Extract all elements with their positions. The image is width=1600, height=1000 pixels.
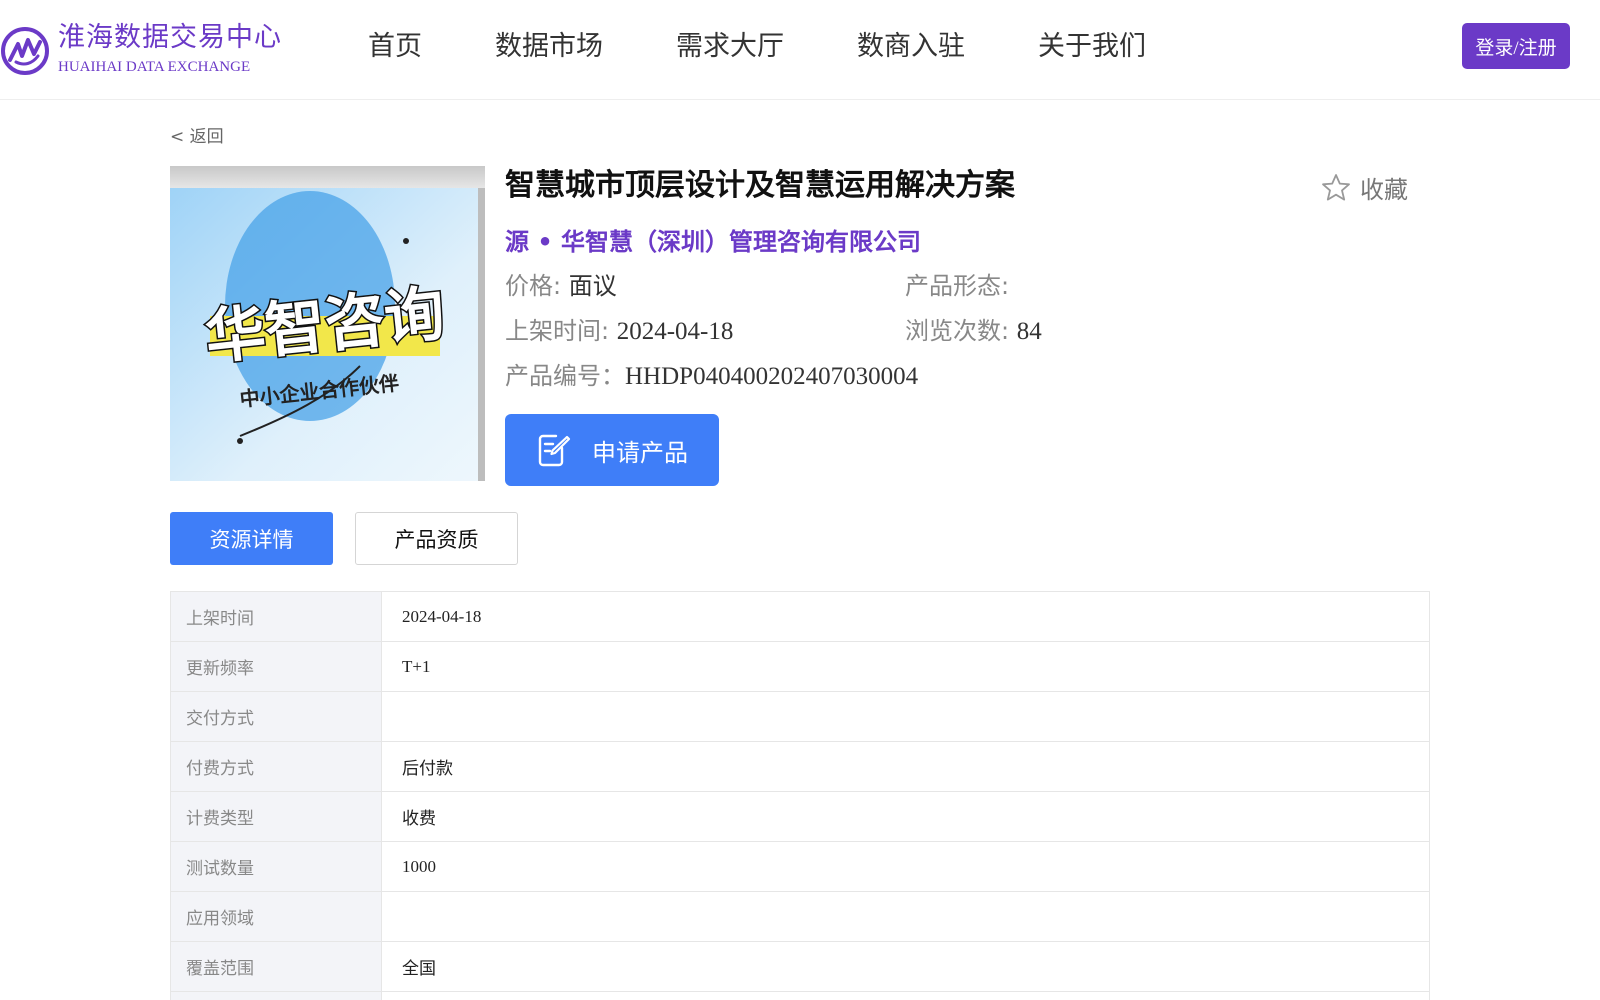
login-register-button[interactable]: 登录/注册 bbox=[1462, 23, 1570, 69]
price-field: 价格: 面议 bbox=[505, 266, 617, 301]
views-label: 浏览次数: bbox=[905, 317, 1010, 345]
product-code-label: 产品编号： bbox=[505, 362, 625, 390]
table-row: 交付方式 bbox=[170, 691, 1430, 742]
nav-item-home[interactable]: 首页 bbox=[368, 28, 422, 66]
row-key: 交付方式 bbox=[170, 691, 382, 742]
views-value: 84 bbox=[1016, 318, 1042, 345]
favorite-button[interactable]: 收藏 bbox=[1320, 170, 1408, 205]
table-row: 付费方式 后付款 bbox=[170, 741, 1430, 792]
views-field: 浏览次数: 84 bbox=[905, 311, 1042, 346]
logo-icon bbox=[1, 27, 49, 75]
site-header: 淮海数据交易中心 HUAIHAI DATA EXCHANGE 首页 数据市场 需… bbox=[0, 0, 1600, 100]
price-value: 面议 bbox=[568, 272, 617, 300]
price-label: 价格: bbox=[505, 272, 562, 300]
row-key: 应用领域 bbox=[170, 891, 382, 942]
row-key bbox=[170, 991, 382, 1000]
product-cover-image: 华智咨询 中小企业合作伙伴 bbox=[170, 166, 485, 481]
product-code-field: 产品编号：HHDP040400202407030004 bbox=[505, 356, 918, 391]
listed-time-value: 2024-04-18 bbox=[616, 318, 734, 345]
table-row: 计费类型 收费 bbox=[170, 791, 1430, 842]
back-link[interactable]: < 返回 bbox=[170, 122, 224, 147]
resource-details-table: 上架时间 2024-04-18 更新频率 T+1 交付方式 付费方式 后付款 计… bbox=[170, 591, 1430, 1000]
nav-item-data-market[interactable]: 数据市场 bbox=[495, 28, 603, 66]
row-key: 测试数量 bbox=[170, 841, 382, 892]
apply-product-button[interactable]: 申请产品 bbox=[505, 414, 719, 486]
site-logo[interactable]: 淮海数据交易中心 HUAIHAI DATA EXCHANGE bbox=[0, 22, 282, 76]
edit-form-icon bbox=[538, 434, 571, 467]
table-row: 上架时间 2024-04-18 bbox=[170, 591, 1430, 642]
main-nav: 首页 数据市场 需求大厅 数商入驻 关于我们 bbox=[368, 28, 1219, 66]
product-form-field: 产品形态: bbox=[905, 266, 1009, 301]
table-row: 覆盖范围 全国 bbox=[170, 941, 1430, 992]
listed-time-label: 上架时间: bbox=[505, 317, 610, 345]
favorite-label: 收藏 bbox=[1360, 176, 1408, 204]
row-value: 收费 bbox=[381, 791, 1430, 842]
row-value: T+1 bbox=[381, 641, 1430, 692]
table-row: 应用领域 bbox=[170, 891, 1430, 942]
nav-item-merchant-join[interactable]: 数商入驻 bbox=[857, 28, 965, 66]
row-value: 2024-04-18 bbox=[381, 591, 1430, 642]
row-value bbox=[381, 891, 1430, 942]
vendor-name[interactable]: 源 • 华智慧（深圳）管理咨询有限公司 bbox=[505, 222, 921, 257]
row-key: 上架时间 bbox=[170, 591, 382, 642]
tab-product-qualification[interactable]: 产品资质 bbox=[355, 512, 518, 565]
table-row: 更新频率 T+1 bbox=[170, 641, 1430, 692]
row-key: 更新频率 bbox=[170, 641, 382, 692]
row-value: 后付款 bbox=[381, 741, 1430, 792]
logo-name-cn: 淮海数据交易中心 bbox=[58, 22, 282, 53]
tab-resource-details[interactable]: 资源详情 bbox=[170, 512, 333, 565]
row-key: 付费方式 bbox=[170, 741, 382, 792]
product-code-value: HHDP040400202407030004 bbox=[625, 363, 919, 390]
logo-name-en: HUAIHAI DATA EXCHANGE bbox=[58, 59, 251, 75]
row-key: 覆盖范围 bbox=[170, 941, 382, 992]
row-value: 1000 bbox=[381, 841, 1430, 892]
listed-time-field: 上架时间: 2024-04-18 bbox=[505, 311, 733, 346]
apply-product-label: 申请产品 bbox=[592, 438, 688, 467]
row-key: 计费类型 bbox=[170, 791, 382, 842]
row-value bbox=[381, 691, 1430, 742]
star-icon bbox=[1322, 173, 1350, 200]
table-row: 测试数量 1000 bbox=[170, 841, 1430, 892]
nav-item-about-us[interactable]: 关于我们 bbox=[1038, 28, 1146, 66]
product-title: 智慧城市顶层设计及智慧运用解决方案 bbox=[505, 168, 1015, 203]
table-row bbox=[170, 991, 1430, 1000]
nav-item-demand-hall[interactable]: 需求大厅 bbox=[676, 28, 784, 66]
product-form-label: 产品形态: bbox=[905, 272, 1010, 300]
row-value: 全国 bbox=[381, 941, 1430, 992]
row-value bbox=[381, 991, 1430, 1000]
